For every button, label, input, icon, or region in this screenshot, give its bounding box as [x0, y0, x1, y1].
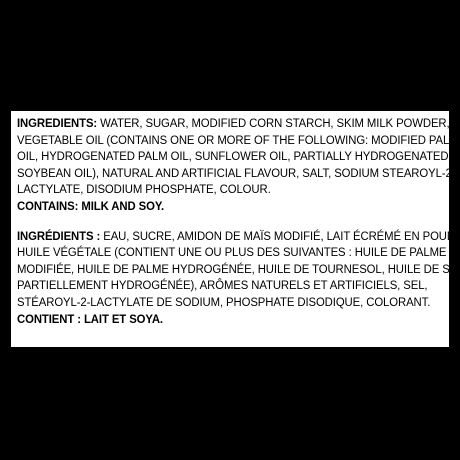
french-line-2: HUILE VÉGÉTALE (CONTIENT UNE OU PLUS DES… — [17, 245, 447, 260]
english-contains-text: MILK AND SOY. — [78, 198, 165, 213]
french-contains-heading: CONTIENT : — [17, 311, 81, 326]
english-line-3: OIL, HYDROGENATED PALM OIL, SUNFLOWER OI… — [17, 149, 449, 164]
ingredients-label: INGREDIENTS: WATER, SUGAR, MODIFIED CORN… — [11, 111, 460, 347]
english-line-5: LACTYLATE, DISODIUM PHOSPHATE, COLOUR. — [17, 182, 271, 197]
french-ingredients-text-1: EAU, SUCRE, AMIDON DE MAÏS MODIFIÉ, LAIT… — [100, 228, 460, 243]
english-line-4: SOYBEAN OIL), NATURAL AND ARTIFICIAL FLA… — [17, 165, 456, 180]
french-line-3: MODIFIÉE, HUILE DE PALME HYDROGÉNÉE, HUI… — [17, 261, 460, 276]
french-line-4: PARTIELLEMENT HYDROGÉNÉE), ARÔMES NATURE… — [17, 278, 428, 293]
english-contains-heading: CONTAINS: — [17, 198, 79, 213]
french-contains-line: CONTIENT : LAIT ET SOYA. — [17, 311, 445, 328]
english-contains-line: CONTAINS: MILK AND SOY. — [17, 198, 445, 215]
french-ingredients-heading: INGRÉDIENTS : — [17, 228, 101, 243]
english-ingredients-text-1: WATER, SUGAR, MODIFIED CORN STARCH, SKIM… — [97, 116, 450, 130]
french-line-5: STÉAROYL-2-LACTYLATE DE SODIUM, PHOSPHAT… — [17, 294, 431, 309]
english-ingredients-heading: INGREDIENTS: — [17, 116, 98, 130]
english-line-2: VEGETABLE OIL (CONTAINS ONE OR MORE OF T… — [17, 132, 459, 147]
french-line-1: INGRÉDIENTS : EAU, SUCRE, AMIDON DE MAÏS… — [17, 228, 460, 245]
french-ingredients-block: INGRÉDIENTS : EAU, SUCRE, AMIDON DE MAÏS… — [17, 228, 460, 328]
english-ingredients-block: INGREDIENTS: WATER, SUGAR, MODIFIED CORN… — [17, 115, 459, 215]
english-line-1: INGREDIENTS: WATER, SUGAR, MODIFIED CORN… — [17, 115, 450, 132]
french-contains-text: LAIT ET SOYA. — [80, 311, 163, 326]
